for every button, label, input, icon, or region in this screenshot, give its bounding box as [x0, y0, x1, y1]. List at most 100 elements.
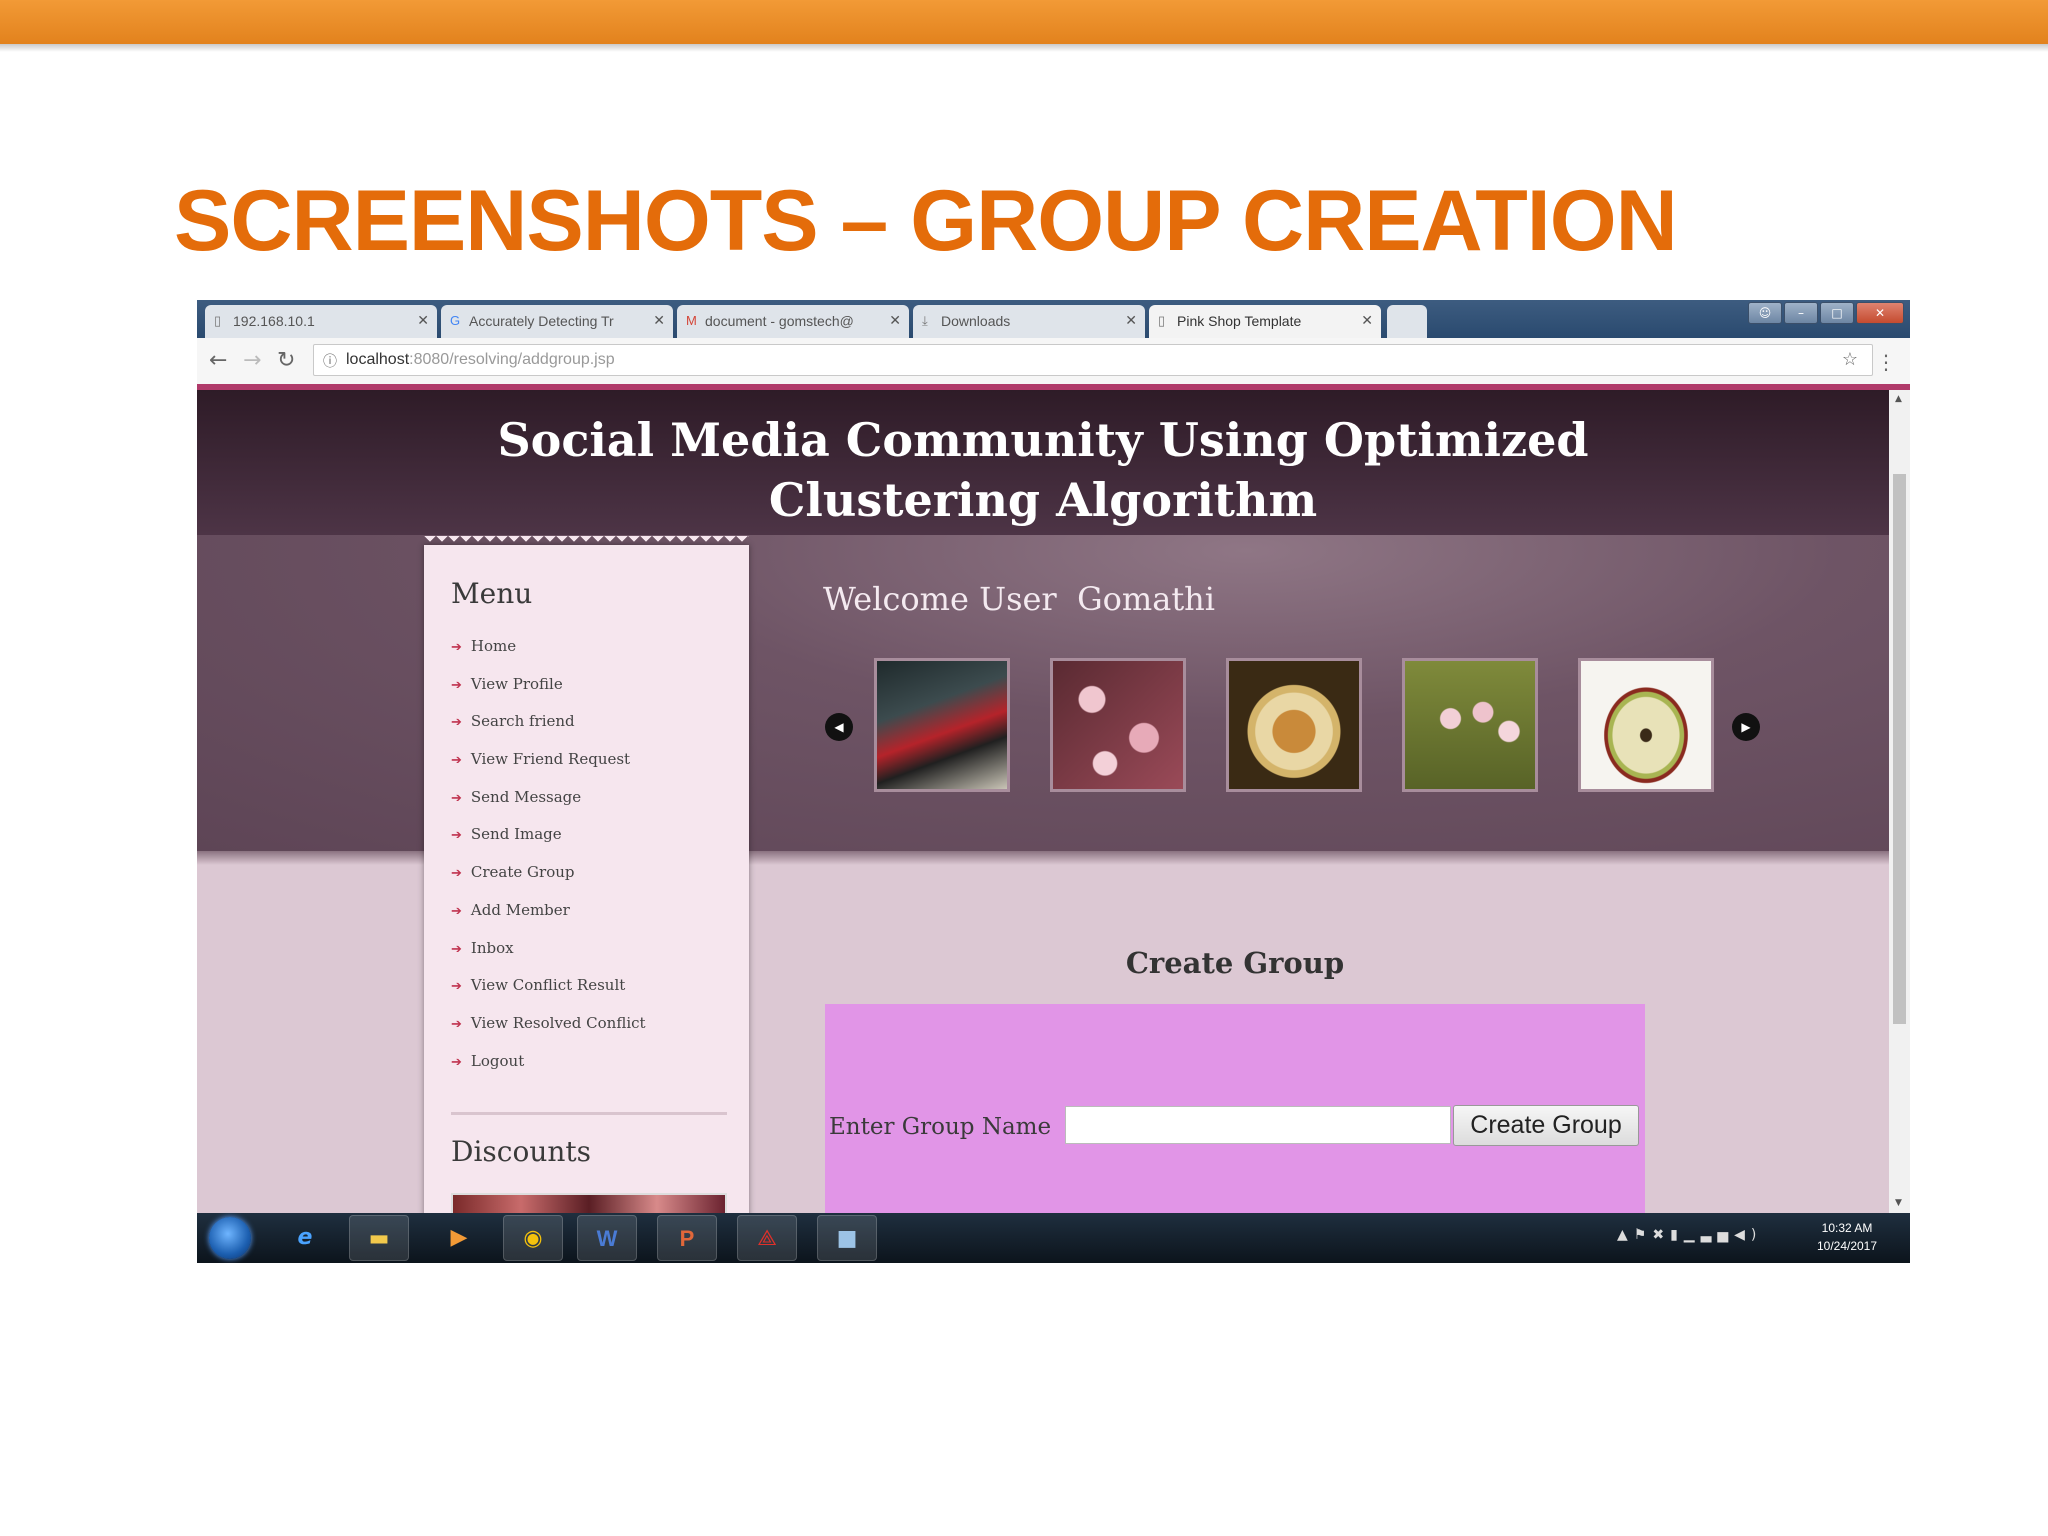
- tab-strip: ▯ 192.168.10.1 ✕ G Accurately Detecting …: [197, 300, 1910, 338]
- sidebar: Menu ➔ Home ➔ View Profile ➔ Search friend …: [424, 536, 749, 1213]
- arrow-right-icon: ➔: [451, 979, 462, 995]
- tab-close-icon[interactable]: ✕: [653, 312, 665, 329]
- menu-item-home[interactable]: ➔ Home: [451, 637, 646, 675]
- slide-top-bar-shadow: [0, 44, 2048, 52]
- menu-item-label: View Profile: [470, 674, 563, 693]
- menu-item-view-friend-request[interactable]: ➔ View Friend Request: [451, 750, 646, 788]
- apple-photo[interactable]: [1578, 658, 1714, 792]
- battery-icon[interactable]: ▮: [1670, 1227, 1684, 1243]
- discount-image[interactable]: [451, 1193, 727, 1213]
- acrobat-icon[interactable]: ⟁: [737, 1215, 797, 1261]
- alert-icon[interactable]: ✖: [1652, 1227, 1670, 1243]
- taskbar-clock[interactable]: 10:32 AM 10/24/2017: [1797, 1219, 1897, 1255]
- scroll-thumb[interactable]: [1893, 474, 1906, 1024]
- menu-list: ➔ Home ➔ View Profile ➔ Search friend ➔ View…: [451, 637, 646, 1089]
- menu-item-label: Create Group: [470, 863, 575, 882]
- tab-label: 192.168.10.1: [233, 313, 315, 329]
- google-icon: G: [450, 313, 461, 328]
- menu-item-label: Send Image: [470, 825, 562, 844]
- create-group-button[interactable]: Create Group: [1453, 1105, 1639, 1146]
- maximize-icon[interactable]: □: [1820, 302, 1854, 324]
- tab-ip[interactable]: ▯ 192.168.10.1 ✕: [205, 305, 437, 338]
- url-host: localhost: [346, 351, 410, 368]
- menu-item-label: Search friend: [470, 712, 575, 731]
- clock-date: 10/24/2017: [1816, 1239, 1878, 1253]
- new-tab-button[interactable]: [1387, 305, 1427, 338]
- menu-item-send-message[interactable]: ➔ Send Message: [451, 788, 646, 826]
- file-explorer-icon[interactable]: ▬: [349, 1215, 409, 1261]
- tab-close-icon[interactable]: ✕: [1361, 312, 1373, 329]
- minimize-icon[interactable]: –: [1784, 302, 1818, 324]
- menu-item-view-conflict-result[interactable]: ➔ View Conflict Result: [451, 976, 646, 1014]
- menu-item-label: Inbox: [470, 938, 514, 957]
- address-bar[interactable]: ⓘ localhost:8080/resolving/addgroup.jsp …: [313, 344, 1873, 376]
- group-name-input[interactable]: [1065, 1106, 1451, 1144]
- scooter-photo[interactable]: [874, 658, 1010, 792]
- menu-item-create-group[interactable]: ➔ Create Group: [451, 863, 646, 901]
- menu-item-search-friend[interactable]: ➔ Search friend: [451, 712, 646, 750]
- scroll-down-icon[interactable]: ▼: [1895, 1198, 1902, 1208]
- media-player-icon[interactable]: ▶: [429, 1215, 489, 1261]
- back-arrow-icon[interactable]: ←: [209, 348, 227, 373]
- arrow-right-icon: ➔: [451, 1054, 462, 1070]
- site-title-line1: Social Media Community Using Optimized: [497, 413, 1589, 467]
- info-icon: ⓘ: [323, 353, 337, 369]
- page-scrollbar[interactable]: ▲ ▼: [1889, 390, 1910, 1213]
- slider-next-icon[interactable]: ▶: [1732, 713, 1760, 741]
- tab-gmail[interactable]: M document - gomstech@ ✕: [677, 305, 909, 338]
- tab-google[interactable]: G Accurately Detecting Tr ✕: [441, 305, 673, 338]
- powerpoint-icon[interactable]: P: [657, 1215, 717, 1261]
- tab-close-icon[interactable]: ✕: [417, 312, 429, 329]
- gmail-icon: M: [686, 313, 697, 328]
- tab-downloads[interactable]: ⤓ Downloads ✕: [913, 305, 1145, 338]
- forward-arrow-icon[interactable]: →: [243, 348, 261, 373]
- tab-label: Downloads: [941, 313, 1011, 329]
- cherry-blossom-photo[interactable]: [1050, 658, 1186, 792]
- coffee-cup-photo[interactable]: [1226, 658, 1362, 792]
- start-button-icon[interactable]: [209, 1217, 251, 1259]
- orchid-photo[interactable]: [1402, 658, 1538, 792]
- menu-item-send-image[interactable]: ➔ Send Image: [451, 825, 646, 863]
- browser-menu-icon[interactable]: ⋮: [1876, 350, 1896, 374]
- network-icon[interactable]: ▁▃▅: [1684, 1227, 1734, 1243]
- word-icon[interactable]: W: [577, 1215, 637, 1261]
- menu-item-label: View Friend Request: [470, 750, 631, 769]
- show-hidden-icons-icon[interactable]: ▲: [1617, 1227, 1634, 1243]
- tab-close-icon[interactable]: ✕: [889, 312, 901, 329]
- sidebar-zigzag-edge: [424, 536, 749, 548]
- tab-label: document - gomstech@: [705, 313, 854, 329]
- arrow-right-icon: ➔: [451, 790, 462, 806]
- arrow-right-icon: ➔: [451, 828, 462, 844]
- tab-label: Accurately Detecting Tr: [469, 313, 614, 329]
- menu-item-logout[interactable]: ➔ Logout: [451, 1052, 646, 1090]
- url-path: :8080/resolving/addgroup.jsp: [409, 351, 615, 368]
- user-icon[interactable]: ☺: [1748, 302, 1782, 324]
- site-header: Social Media Community Using Optimized C…: [197, 390, 1889, 535]
- menu-item-inbox[interactable]: ➔ Inbox: [451, 939, 646, 977]
- chrome-icon[interactable]: ◉: [503, 1215, 563, 1261]
- menu-item-view-resolved-conflict[interactable]: ➔ View Resolved Conflict: [451, 1014, 646, 1052]
- slide-top-bar: [0, 0, 2048, 44]
- menu-item-label: View Resolved Conflict: [470, 1013, 646, 1032]
- arrow-right-icon: ➔: [451, 715, 462, 731]
- tab-pink-shop[interactable]: ▯ Pink Shop Template ✕: [1149, 305, 1381, 338]
- arrow-right-icon: ➔: [451, 866, 462, 882]
- slider-prev-icon[interactable]: ◀: [825, 713, 853, 741]
- window-controls: ☺ – □ ✕: [1748, 302, 1904, 324]
- flag-icon[interactable]: ⚑: [1634, 1227, 1653, 1243]
- scroll-up-icon[interactable]: ▲: [1895, 394, 1902, 404]
- bookmark-star-icon[interactable]: ☆: [1842, 349, 1858, 370]
- menu-item-view-profile[interactable]: ➔ View Profile: [451, 675, 646, 713]
- page-icon: ▯: [214, 313, 222, 328]
- close-window-icon[interactable]: ✕: [1856, 302, 1904, 324]
- site-title: Social Media Community Using Optimized C…: [197, 410, 1889, 530]
- menu-heading: Menu: [451, 577, 533, 610]
- volume-icon[interactable]: ◀): [1734, 1227, 1762, 1243]
- internet-explorer-icon[interactable]: e: [275, 1215, 335, 1261]
- system-tray: ▲⚑✖▮▁▃▅◀): [1617, 1227, 1762, 1243]
- menu-item-add-member[interactable]: ➔ Add Member: [451, 901, 646, 939]
- reload-icon[interactable]: ↻: [277, 348, 295, 373]
- sidebar-divider: [451, 1112, 727, 1115]
- tab-close-icon[interactable]: ✕: [1125, 312, 1137, 329]
- virtualbox-icon[interactable]: ■: [817, 1215, 877, 1261]
